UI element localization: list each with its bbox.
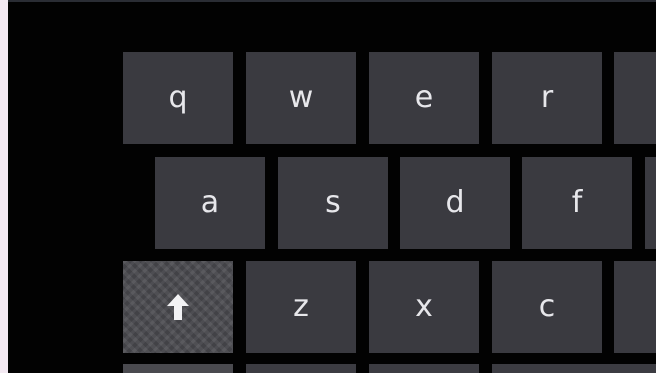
key-row4-partial-3[interactable] <box>369 364 479 373</box>
key-row4-partial-4[interactable] <box>492 364 656 373</box>
key-a[interactable]: a <box>155 157 265 249</box>
key-f[interactable]: f <box>522 157 632 249</box>
key-row4-partial-1[interactable] <box>123 364 233 373</box>
shift-key[interactable] <box>123 261 233 353</box>
key-label: x <box>415 289 433 324</box>
touch-keyboard-screen: q w e r a s d f z x c <box>0 0 656 373</box>
key-row4-partial-2[interactable] <box>246 364 356 373</box>
window-top-edge <box>0 0 656 2</box>
key-q[interactable]: q <box>123 52 233 144</box>
key-t-partial[interactable] <box>614 52 656 144</box>
key-w[interactable]: w <box>246 52 356 144</box>
window-left-edge <box>0 0 8 373</box>
key-label: e <box>414 80 434 115</box>
key-label: q <box>168 80 188 115</box>
key-x[interactable]: x <box>369 261 479 353</box>
key-label: d <box>445 185 465 220</box>
key-label: w <box>288 80 314 115</box>
key-r[interactable]: r <box>492 52 602 144</box>
key-label: r <box>540 80 554 115</box>
key-d[interactable]: d <box>400 157 510 249</box>
key-label: s <box>325 185 341 220</box>
key-v-partial[interactable] <box>614 261 656 353</box>
key-label: f <box>571 185 583 220</box>
key-label: a <box>200 185 220 220</box>
key-label: c <box>538 289 556 324</box>
key-s[interactable]: s <box>278 157 388 249</box>
key-label: z <box>293 289 309 324</box>
key-e[interactable]: e <box>369 52 479 144</box>
shift-arrow-up-icon <box>167 294 189 320</box>
key-g-partial[interactable] <box>645 157 656 249</box>
key-z[interactable]: z <box>246 261 356 353</box>
key-c[interactable]: c <box>492 261 602 353</box>
